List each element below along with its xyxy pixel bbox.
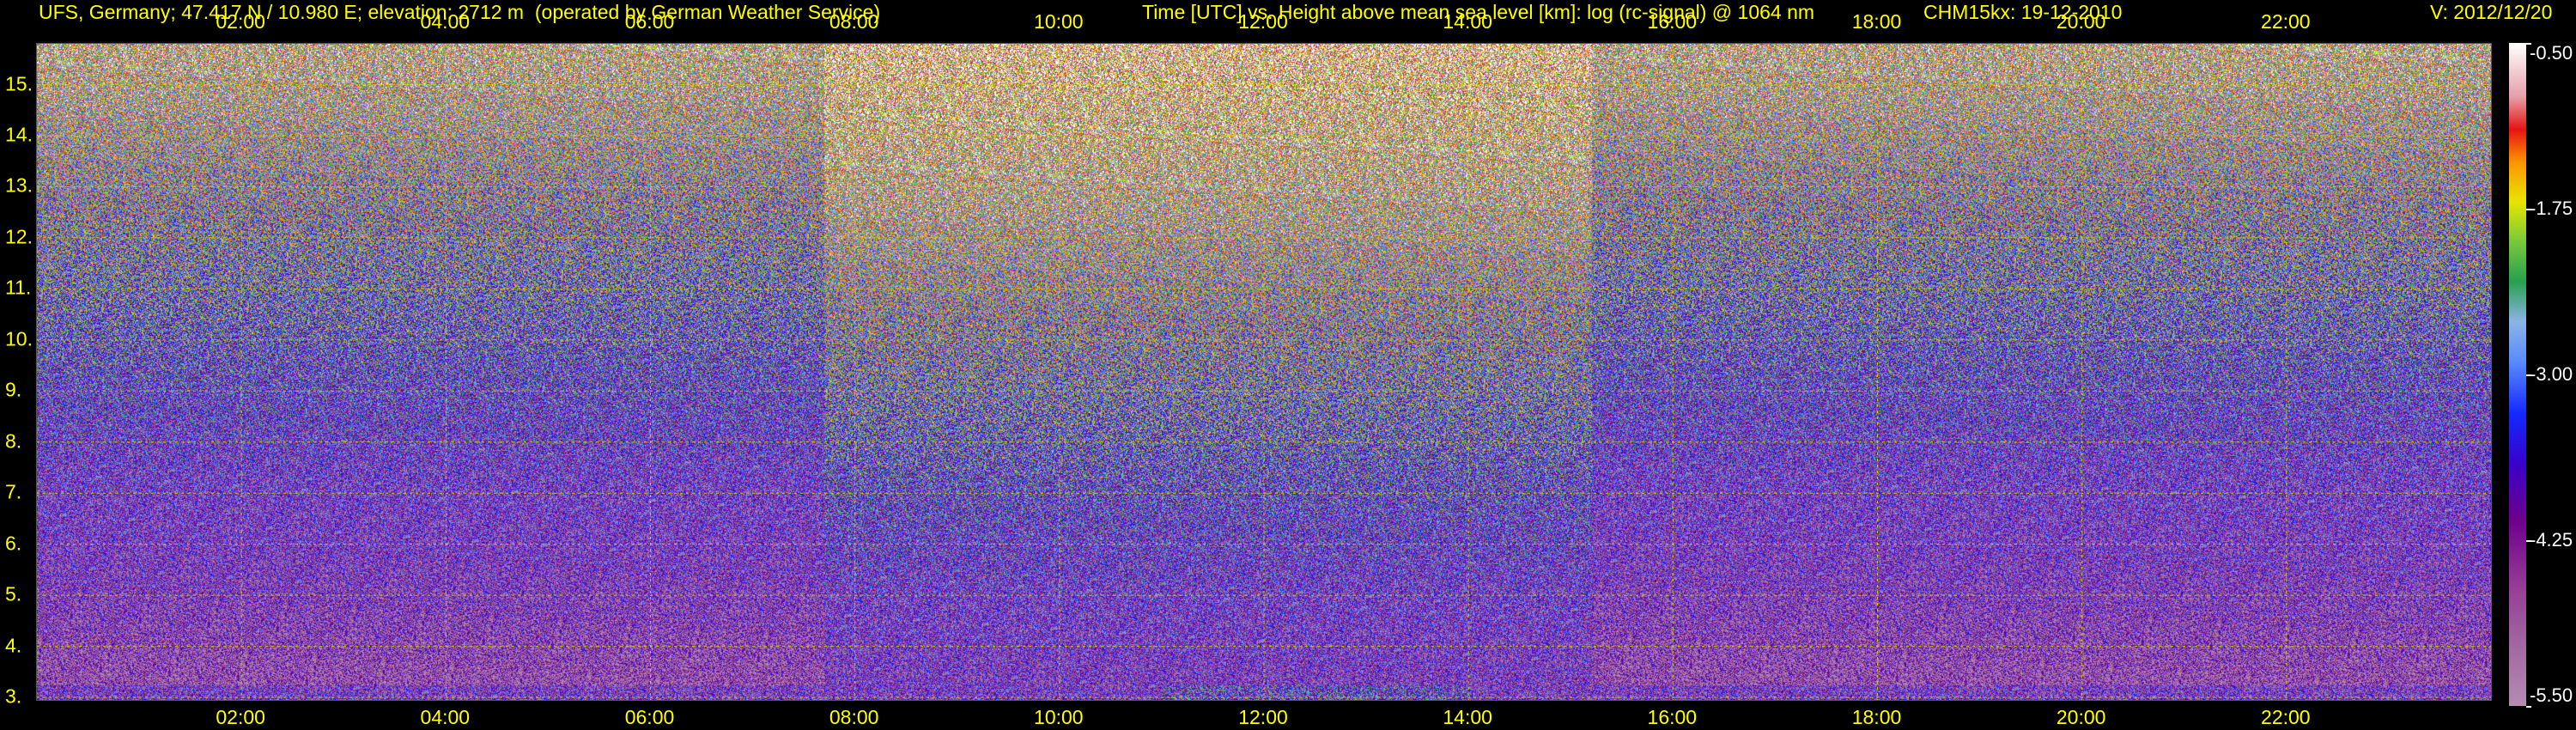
y-tick-label: 15. xyxy=(5,72,33,95)
backscatter-heatmap xyxy=(36,43,2492,701)
y-tick-label: 10. xyxy=(5,327,33,350)
colorbar-label: -3.00 xyxy=(2530,363,2573,385)
x-tick-label: 16:00 xyxy=(1647,10,1698,33)
x-tick-label: 20:00 xyxy=(2056,706,2106,728)
y-tick-label: 14. xyxy=(5,123,33,146)
x-tick-label: 04:00 xyxy=(420,10,471,33)
y-tick-label: 12. xyxy=(5,225,33,248)
x-tick-label: 12:00 xyxy=(1238,10,1288,33)
x-tick-label: 08:00 xyxy=(829,706,879,728)
version-label: V: 2012/12/20 xyxy=(2430,1,2553,23)
x-tick-label: 18:00 xyxy=(1851,706,1902,728)
colorbar-tick xyxy=(2526,540,2531,542)
x-tick-label: 22:00 xyxy=(2261,706,2311,728)
colorbar-label: -0.50 xyxy=(2530,42,2573,64)
x-tick-label: 18:00 xyxy=(1851,10,1902,33)
colorbar-tick xyxy=(2526,374,2531,376)
y-tick-label: 11. xyxy=(5,276,32,299)
x-tick-label: 12:00 xyxy=(1238,706,1288,728)
x-tick-label: 22:00 xyxy=(2261,10,2311,33)
y-tick-label: 4. xyxy=(5,634,22,657)
x-tick-label: 08:00 xyxy=(829,10,879,33)
x-tick-label: 14:00 xyxy=(1443,10,1492,33)
y-tick-label: 9. xyxy=(5,378,22,401)
gridlines xyxy=(37,44,2491,700)
x-tick-label: 02:00 xyxy=(216,706,265,728)
x-tick-label: 04:00 xyxy=(420,706,471,728)
colorbar xyxy=(2509,43,2526,706)
colorbar-label: -5.50 xyxy=(2530,684,2573,706)
x-tick-label: 14:00 xyxy=(1443,706,1492,728)
x-tick-label: 06:00 xyxy=(624,706,675,728)
colorbar-tick xyxy=(2526,706,2531,708)
colorbar-tick xyxy=(2526,43,2531,45)
y-tick-label: 6. xyxy=(5,532,22,555)
y-tick-label: 5. xyxy=(5,582,22,605)
y-tick-label: 8. xyxy=(5,429,22,453)
y-tick-label: 7. xyxy=(5,480,22,503)
x-tick-label: 16:00 xyxy=(1647,706,1698,728)
colorbar-tick xyxy=(2526,209,2531,210)
y-tick-label: 3. xyxy=(5,684,22,708)
y-tick-label: 13. xyxy=(5,173,33,197)
x-tick-label: 20:00 xyxy=(2056,10,2106,33)
x-tick-label: 10:00 xyxy=(1034,10,1084,33)
x-tick-label: 06:00 xyxy=(624,10,675,33)
x-tick-label: 10:00 xyxy=(1034,706,1084,728)
x-tick-label: 02:00 xyxy=(216,10,265,33)
colorbar-label: -1.75 xyxy=(2530,198,2573,219)
colorbar-label: -4.25 xyxy=(2530,529,2573,551)
